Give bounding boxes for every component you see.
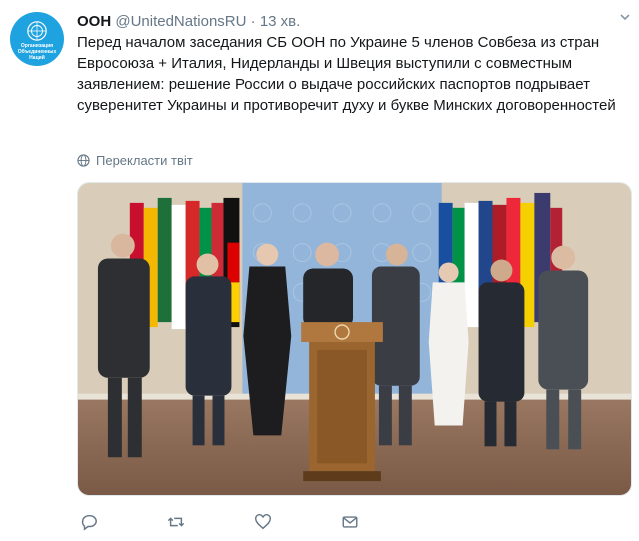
direct-message-button[interactable] xyxy=(338,510,362,534)
translate-tweet-link[interactable]: Перекласти твіт xyxy=(77,153,193,168)
globe-icon xyxy=(77,154,90,167)
reply-button[interactable] xyxy=(77,510,101,534)
tweet-header: ООН @UnitedNationsRU · 13 хв. xyxy=(77,12,300,32)
tweet-text: Перед началом заседания СБ ООН по Украин… xyxy=(77,34,616,114)
un-emblem-icon xyxy=(27,20,47,41)
account-handle[interactable]: @UnitedNationsRU xyxy=(115,13,246,30)
tweet-photo[interactable] xyxy=(77,182,632,496)
press-conference-photo xyxy=(78,183,631,495)
like-button[interactable] xyxy=(251,510,275,534)
avatar-org-name: Организация Объединенных Наций xyxy=(17,42,57,61)
reply-icon xyxy=(81,514,97,531)
account-name[interactable]: ООН xyxy=(77,13,111,30)
tweet-card[interactable]: Организация Объединенных Наций ООН @Unit… xyxy=(0,0,639,541)
separator-dot: · xyxy=(250,13,256,30)
podium xyxy=(301,322,383,482)
retweet-button[interactable] xyxy=(164,510,188,534)
account-avatar[interactable]: Организация Объединенных Наций xyxy=(10,12,64,66)
translate-label: Перекласти твіт xyxy=(96,153,193,168)
heart-icon xyxy=(255,514,271,530)
envelope-icon xyxy=(342,516,358,528)
retweet-icon xyxy=(167,517,185,527)
chevron-down-icon xyxy=(620,14,630,21)
tweet-timestamp[interactable]: 13 хв. xyxy=(260,13,301,30)
tweet-menu-button[interactable] xyxy=(619,10,631,26)
tweet-actions xyxy=(77,510,632,534)
